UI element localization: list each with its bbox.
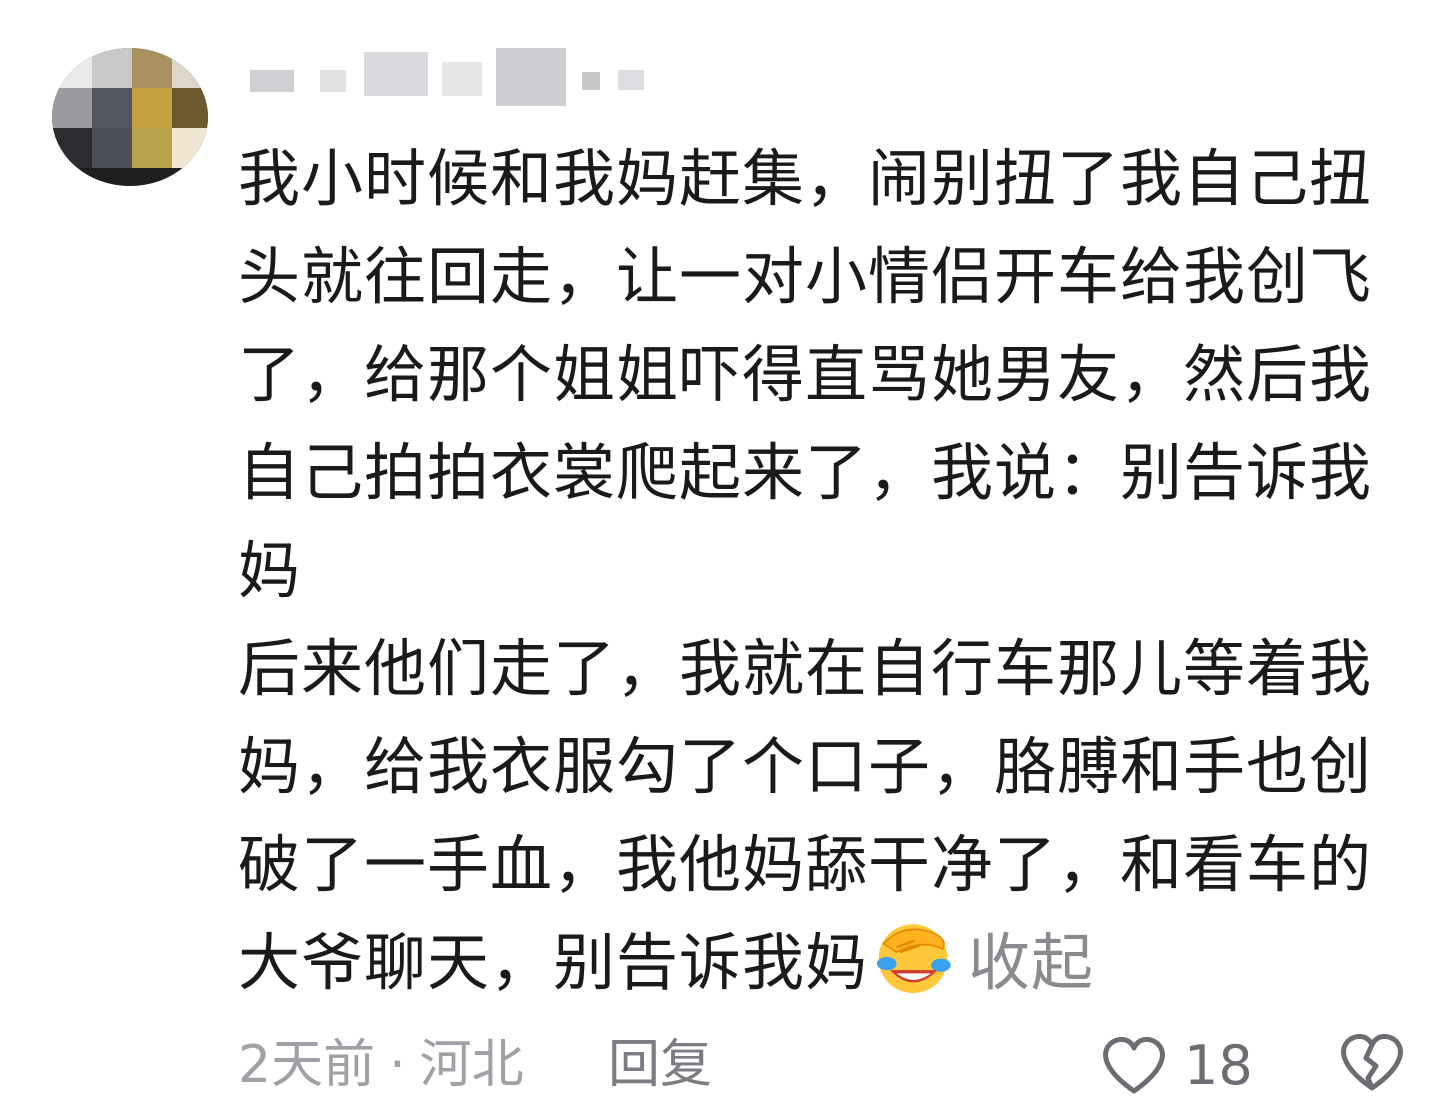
comment-time: 2天前 [238, 1035, 376, 1095]
comment-location: 河北 [419, 1035, 524, 1095]
like-button[interactable]: 18 [1100, 1028, 1253, 1102]
comment-item: 我小时候和我妈赶集，闹别扭了我自己扭头就往回走，让一对小情侣开车给我创飞了，给那… [0, 0, 1443, 1119]
username-censored[interactable] [246, 48, 696, 108]
face-palm-laughing-emoji-icon [876, 924, 951, 994]
reply-button[interactable]: 回复 [608, 1030, 712, 1100]
comment-meta: 2天前 · 河北 [238, 1030, 524, 1100]
comment-paragraph: 我小时候和我妈赶集，闹别扭了我自己扭头就往回走，让一对小情侣开车给我创飞了，给那… [238, 142, 1373, 607]
broken-heart-icon[interactable] [1338, 1030, 1406, 1094]
like-count: 18 [1184, 1033, 1253, 1097]
heart-outline-icon [1103, 1036, 1165, 1094]
meta-separator: · [389, 1035, 406, 1095]
collapse-button[interactable]: 收起 [968, 926, 1094, 999]
user-avatar[interactable] [52, 48, 208, 186]
comment-paragraph: 后来他们走了，我就在自行车那儿等着我妈，给我衣服勾了个口子，胳膊和手也创破了一手… [238, 632, 1373, 999]
comment-text: 我小时候和我妈赶集，闹别扭了我自己扭头就往回走，让一对小情侣开车给我创飞了，给那… [238, 130, 1418, 1012]
